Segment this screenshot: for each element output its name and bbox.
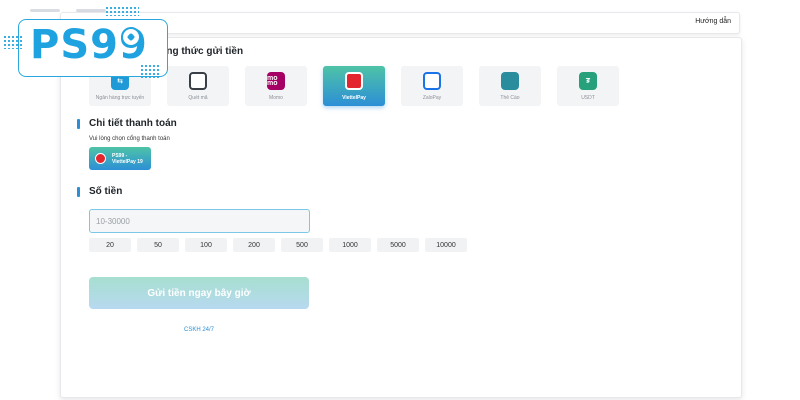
payment-details-heading: Chi tiết thanh toán xyxy=(77,118,177,129)
soccer-ball-icon xyxy=(121,27,141,47)
amount-preset-chip[interactable]: 500 xyxy=(281,238,323,252)
amount-input[interactable] xyxy=(89,209,310,233)
amount-preset-chip[interactable]: 20 xyxy=(89,238,131,252)
method-usdt[interactable]: ₮ USDT xyxy=(557,66,619,106)
scratch-card-icon xyxy=(501,72,519,90)
amount-title: Số tiền xyxy=(89,186,123,197)
viettelpay-icon xyxy=(95,153,106,164)
amount-heading: Số tiền xyxy=(77,186,122,197)
amount-preset-chip[interactable]: 200 xyxy=(233,238,275,252)
zalopay-icon: Zalo xyxy=(423,72,441,90)
amount-preset-chip[interactable]: 100 xyxy=(185,238,227,252)
gateway-option-viettelpay[interactable]: PS99 - ViettelPay 19 xyxy=(89,147,151,170)
deposit-submit-button[interactable]: Gửi tiền ngay bây giờ xyxy=(89,277,309,309)
amount-preset-chip[interactable]: 1000 xyxy=(329,238,371,252)
payment-details-title: Chi tiết thanh toán xyxy=(89,118,177,129)
method-qr-scan[interactable]: Quét mã xyxy=(167,66,229,106)
brand-logo: PS99 xyxy=(0,0,175,85)
amount-preset-chip[interactable]: 5000 xyxy=(377,238,419,252)
amount-preset-chip[interactable]: 50 xyxy=(137,238,179,252)
gateway-hint: Vui lòng chọn cổng thanh toán xyxy=(89,136,170,142)
usdt-icon: ₮ xyxy=(579,72,597,90)
decor-dots xyxy=(3,35,23,49)
customer-support-link[interactable]: CSKH 24/7 xyxy=(89,327,309,333)
viettelpay-icon xyxy=(345,72,363,90)
gateway-label: PS99 - ViettelPay 19 xyxy=(112,152,143,165)
method-scratch-card[interactable]: Thẻ Cào xyxy=(479,66,541,106)
guide-link[interactable]: Hướng dẫn xyxy=(695,18,731,25)
section-accent-bar xyxy=(77,186,80,197)
decor-dots xyxy=(105,6,139,16)
momo-icon: mo mo xyxy=(267,72,285,90)
method-momo[interactable]: mo mo Momo xyxy=(245,66,307,106)
method-viettelpay[interactable]: ViettelPay xyxy=(323,66,385,106)
method-zalopay[interactable]: Zalo ZaloPay xyxy=(401,66,463,106)
amount-preset-chip[interactable]: 10000 xyxy=(425,238,467,252)
qr-scan-icon xyxy=(189,72,207,90)
section-accent-bar xyxy=(77,118,80,129)
amount-presets: 20 50 100 200 500 1000 5000 10000 xyxy=(89,238,467,252)
